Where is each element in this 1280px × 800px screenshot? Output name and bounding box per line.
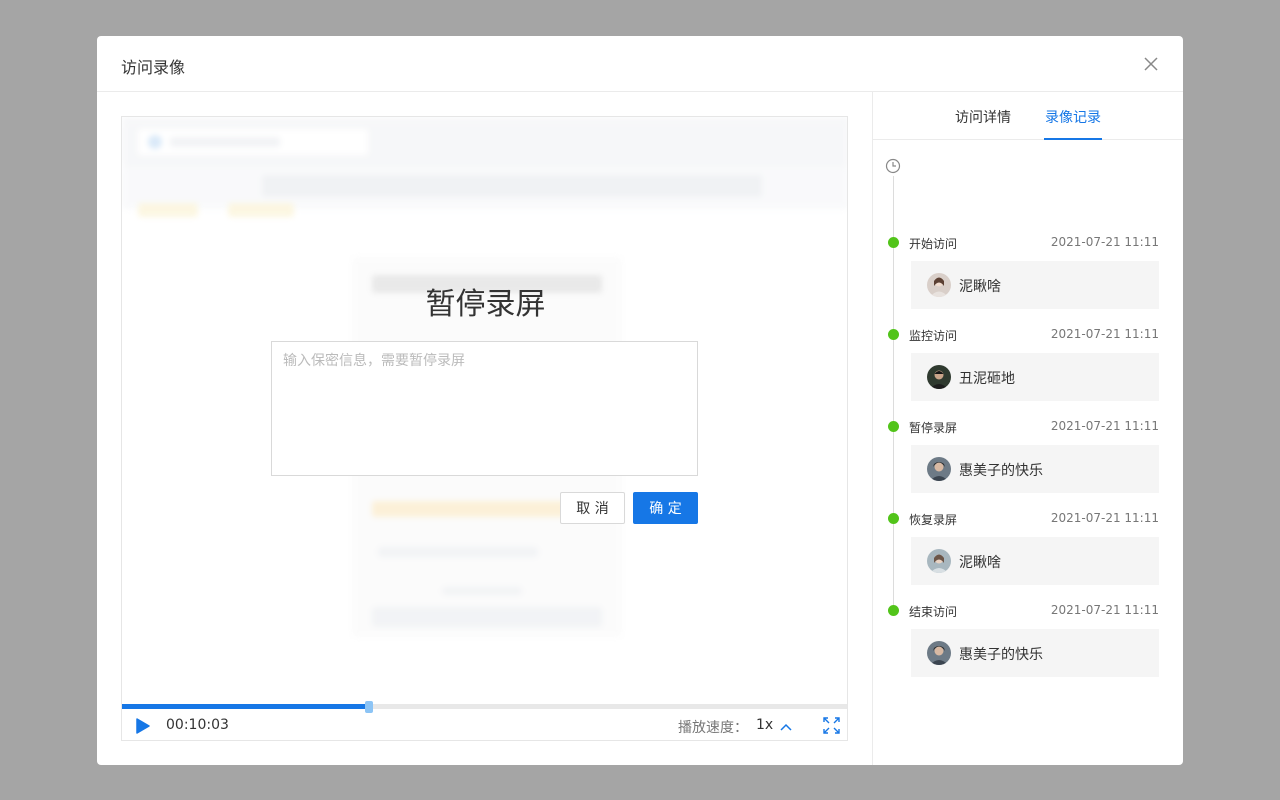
player-controls: 00:10:03 播放速度： 1x <box>122 709 847 740</box>
user-card: 丑泥砸地 <box>911 353 1159 401</box>
modal-header: 访问录像 <box>97 36 1183 92</box>
play-icon[interactable] <box>136 718 150 734</box>
playback-speed-value[interactable]: 1x <box>756 717 773 733</box>
avatar <box>927 365 951 389</box>
current-time: 00:10:03 <box>166 717 229 733</box>
event-label: 开始访问 <box>909 237 958 251</box>
user-name: 泥瞅啥 <box>959 555 1001 571</box>
event-time: 2021-07-21 11:11 <box>1050 235 1159 249</box>
avatar <box>927 457 951 481</box>
timeline-dot <box>888 513 899 524</box>
event-label: 恢复录屏 <box>909 513 958 527</box>
user-card: 惠美子的快乐 <box>911 629 1159 677</box>
event-label: 监控访问 <box>909 329 958 343</box>
confidential-info-input[interactable] <box>271 341 698 476</box>
avatar <box>927 273 951 297</box>
timeline-event: 监控访问 2021-07-21 11:11 丑泥砸地 <box>873 327 1183 421</box>
user-name: 惠美子的快乐 <box>959 463 1043 479</box>
tab-recording-log[interactable]: 录像记录 <box>1045 107 1101 127</box>
playback-speed-label: 播放速度： <box>678 720 748 736</box>
user-card: 泥瞅啥 <box>911 261 1159 309</box>
event-time: 2021-07-21 11:11 <box>1050 327 1159 341</box>
fullscreen-icon[interactable] <box>823 717 840 734</box>
event-label: 结束访问 <box>909 605 958 619</box>
timeline-dot <box>888 237 899 248</box>
pause-dialog-title: 暂停录屏 <box>425 287 546 322</box>
recording-timeline: 开始访问 2021-07-21 11:11 泥瞅啥 监控访问 2021-07-2… <box>873 140 1183 765</box>
cancel-button[interactable]: 取 消 <box>560 492 625 524</box>
recording-modal: 访问录像 暂停录屏 输入保密信息，需要暂停录屏 取 消 确 定 00:10:03… <box>97 36 1183 765</box>
timeline-dot <box>888 605 899 616</box>
confirm-button[interactable]: 确 定 <box>633 492 698 524</box>
clock-icon <box>885 158 901 174</box>
timeline-dot <box>888 421 899 432</box>
timeline-dot <box>888 329 899 340</box>
timeline-event: 结束访问 2021-07-21 11:11 惠美子的快乐 <box>873 603 1183 697</box>
timeline-event: 恢复录屏 2021-07-21 11:11 泥瞅啥 <box>873 511 1183 605</box>
user-card: 泥瞅啥 <box>911 537 1159 585</box>
avatar <box>927 549 951 573</box>
side-tabs: 访问详情 录像记录 <box>873 92 1183 140</box>
event-time: 2021-07-21 11:11 <box>1050 419 1159 433</box>
user-name: 泥瞅啥 <box>959 279 1001 295</box>
event-label: 暂停录屏 <box>909 421 958 435</box>
modal-body: 暂停录屏 取 消 确 定 00:10:03 播放速度： 1x <box>97 92 1183 765</box>
timeline-event: 暂停录屏 2021-07-21 11:11 惠美子的快乐 <box>873 419 1183 513</box>
avatar <box>927 641 951 665</box>
video-player: 暂停录屏 取 消 确 定 00:10:03 播放速度： 1x <box>121 116 848 741</box>
side-panel: 访问详情 录像记录 开始访问 2021-07-21 11:11 泥瞅啥 监控访问… <box>872 92 1183 765</box>
modal-title: 访问录像 <box>121 58 186 77</box>
user-name: 丑泥砸地 <box>959 371 1015 387</box>
event-time: 2021-07-21 11:11 <box>1050 511 1159 525</box>
close-icon[interactable] <box>1141 54 1161 74</box>
user-card: 惠美子的快乐 <box>911 445 1159 493</box>
chevron-up-icon[interactable] <box>780 719 792 731</box>
event-time: 2021-07-21 11:11 <box>1050 603 1159 617</box>
user-name: 惠美子的快乐 <box>959 647 1043 663</box>
timeline-event: 开始访问 2021-07-21 11:11 泥瞅啥 <box>873 235 1183 329</box>
tab-visit-details[interactable]: 访问详情 <box>955 107 1011 127</box>
